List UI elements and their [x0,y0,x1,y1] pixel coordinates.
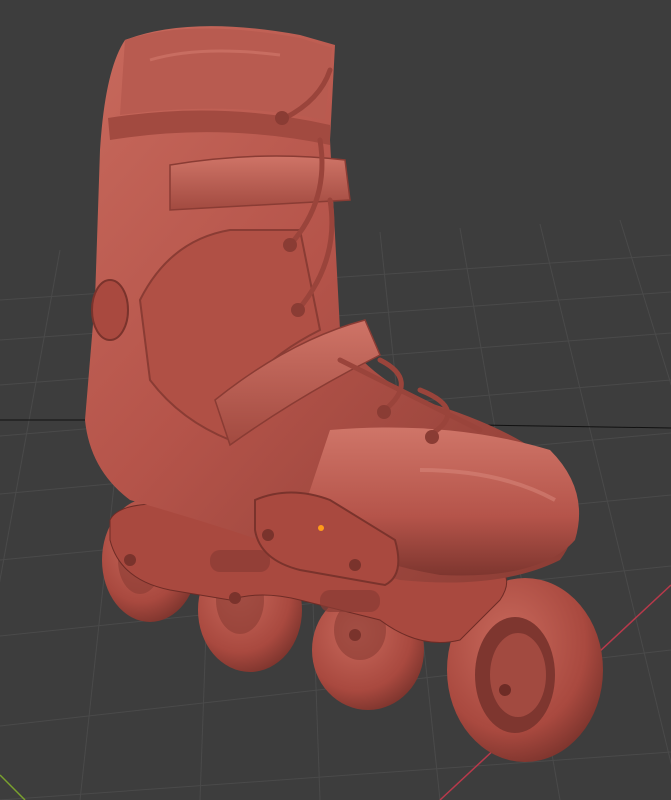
viewport-canvas[interactable] [0,0,671,800]
origin-marker [318,525,324,531]
skate-model[interactable] [85,26,603,762]
horizon-line-right [479,424,671,429]
ankle-rivet [91,279,129,341]
y-axis-line [0,774,26,800]
3d-viewport[interactable] [0,0,671,800]
